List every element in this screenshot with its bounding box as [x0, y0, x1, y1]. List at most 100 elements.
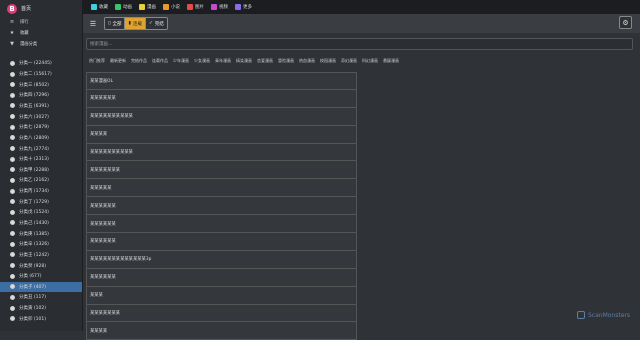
list-item[interactable]: 某某某某某某某某某某 — [86, 143, 357, 162]
list-item[interactable]: 某某某某某某 — [86, 268, 357, 287]
top-nav-item[interactable]: 动画 — [115, 4, 132, 10]
sidebar-category-item[interactable]: 分类癸 (928) — [0, 260, 82, 271]
list-item[interactable]: 某某某某某某 — [86, 89, 357, 108]
sidebar-category-item[interactable]: 分类三 (8502) — [0, 79, 82, 90]
list-item[interactable]: 某某某某某某某某某某 — [86, 107, 357, 126]
sidebar-category-item[interactable]: 分类甲 (2288) — [0, 164, 82, 175]
list-item[interactable]: 某某某某某某 — [86, 215, 357, 234]
list-item[interactable]: 某某某某某某某 — [86, 304, 357, 323]
list-item[interactable]: 某某漫画OL — [86, 72, 357, 90]
list-item[interactable]: 某某某某 — [86, 322, 357, 340]
radio-dot-icon — [10, 231, 15, 237]
tag-link[interactable]: 少年漫画 — [173, 58, 189, 64]
list-item[interactable]: 某某某某 — [86, 125, 357, 144]
radio-dot-icon — [10, 284, 15, 290]
radio-dot-icon — [10, 103, 15, 109]
list-item-title: 某某某某某某某某某某 — [90, 114, 133, 120]
sidebar-category-item[interactable]: 分类六 (3027) — [0, 111, 82, 122]
top-nav-item[interactable]: 漫画 — [139, 4, 156, 10]
sidebar-category-item[interactable]: 分类戊 (1524) — [0, 207, 82, 218]
sidebar-category-item[interactable]: 分类一 (22445) — [0, 58, 82, 69]
radio-dot-icon — [10, 167, 15, 173]
sidebar-category-item[interactable]: 分类九 (2774) — [0, 143, 82, 154]
top-nav-item[interactable]: 更多 — [235, 4, 252, 10]
radio-dot-icon — [10, 316, 15, 322]
sidebar: B 首页 ≡ 排行 ★ 收藏 ▼ 漫画分类 分类一 (22445) 分类二 (15617) 分… — [0, 0, 83, 331]
tag-link[interactable]: 热门推荐 — [89, 58, 105, 64]
sidebar-category-label: 分类十 (2313) — [19, 157, 49, 163]
tag-link[interactable]: 热血漫画 — [299, 58, 315, 64]
brand[interactable]: B 首页 — [0, 0, 82, 17]
radio-dot-icon — [10, 241, 15, 247]
radio-dot-icon — [10, 124, 15, 130]
tag-link[interactable]: 科幻漫画 — [362, 58, 378, 64]
sidebar-menu-item[interactable]: ★ 收藏 — [0, 28, 82, 39]
watermark: ScanMonsters — [577, 311, 630, 319]
sidebar-category-item[interactable]: 分类丁 (1729) — [0, 196, 82, 207]
sidebar-category-label: 分类丑 (117) — [19, 295, 47, 301]
tag-link[interactable]: 恋爱漫画 — [257, 58, 273, 64]
filter-button-label: 连载 — [132, 21, 142, 27]
sidebar-category-item[interactable]: 分类八 (2809) — [0, 133, 82, 144]
hamburger-menu-icon[interactable]: ☰ — [89, 20, 97, 28]
tag-link[interactable]: 悬疑漫画 — [383, 58, 399, 64]
search-input[interactable]: 搜索漫画... — [86, 38, 633, 50]
top-nav-item[interactable]: 视频 — [211, 4, 228, 10]
sidebar-category-item[interactable]: 分类壬 (1242) — [0, 250, 82, 261]
sidebar-category-item[interactable]: 分类己 (1430) — [0, 218, 82, 229]
sidebar-category-item[interactable]: 分类丑 (117) — [0, 292, 82, 303]
list-item[interactable]: 某某某 — [86, 286, 357, 305]
tag-link[interactable]: 连载作品 — [152, 58, 168, 64]
sidebar-category-item[interactable]: 分类十 (2313) — [0, 154, 82, 165]
top-nav-item[interactable]: 小说 — [163, 4, 180, 10]
tag-link[interactable]: 完结作品 — [131, 58, 147, 64]
tag-link[interactable]: 搞笑漫画 — [236, 58, 252, 64]
radio-dot-icon — [10, 305, 15, 311]
top-nav-item[interactable]: 图片 — [187, 4, 204, 10]
radio-dot-icon — [10, 252, 15, 258]
sidebar-category-item[interactable]: 分类七 (2879) — [0, 122, 82, 133]
sidebar-category-item[interactable]: 分类二 (15617) — [0, 69, 82, 80]
top-nav-item[interactable]: 收藏 — [91, 4, 108, 10]
sidebar-menu-item[interactable]: ▼ 漫画分类 — [0, 38, 82, 49]
list-item[interactable]: 某某某某某 — [86, 179, 357, 198]
sidebar-menu-item[interactable]: ≡ 排行 — [0, 17, 82, 28]
filter-button[interactable]: ▯ 全部 — [105, 18, 126, 29]
sidebar-category-item[interactable]: 分类 (677) — [0, 271, 82, 282]
sidebar-category-item[interactable]: 分类乙 (2162) — [0, 175, 82, 186]
top-nav-label: 收藏 — [99, 5, 108, 10]
settings-button[interactable]: ⚙ — [619, 16, 632, 29]
sidebar-category-item[interactable]: 分类辛 (1326) — [0, 239, 82, 250]
novel-icon — [163, 4, 169, 10]
filter-button[interactable]: ✓ 完结 — [145, 18, 167, 29]
tag-link[interactable]: 青年漫画 — [215, 58, 231, 64]
tag-link[interactable]: 冒险漫画 — [278, 58, 294, 64]
list-item[interactable]: 某某某某某某 — [86, 197, 357, 216]
sidebar-category-label: 分类 (677) — [19, 274, 42, 280]
filter-button[interactable]: ▮ 连载 — [125, 18, 146, 29]
sidebar-category-item[interactable]: 分类四 (7296) — [0, 90, 82, 101]
toolbar: ☰ ▯ 全部 ▮ 连载 ✓ 完结 — [83, 14, 640, 33]
sidebar-category-item[interactable]: 分类寅 (102) — [0, 303, 82, 314]
top-nav-label: 图片 — [195, 5, 204, 10]
sidebar-category-label: 分类七 (2879) — [19, 125, 49, 131]
sidebar-category-item[interactable]: 分类子 (407) — [0, 281, 82, 293]
list-item[interactable]: 某某某某某某某某某某某某某3p — [86, 250, 357, 269]
tag-link[interactable]: 最新更新 — [110, 58, 126, 64]
radio-dot-icon — [10, 199, 15, 205]
sidebar-category-item[interactable]: 分类庚 (1385) — [0, 228, 82, 239]
sidebar-category-item[interactable]: 分类卯 (101) — [0, 313, 82, 324]
tag-link[interactable]: 校园漫画 — [320, 58, 336, 64]
tag-link[interactable]: 少女漫画 — [194, 58, 210, 64]
radio-dot-icon — [10, 294, 15, 300]
sidebar-category-label: 分类癸 (928) — [19, 263, 47, 269]
filter-button-label: 完结 — [154, 21, 164, 27]
list-item-title: 某某漫画OL — [90, 78, 113, 84]
list-item[interactable]: 某某某某某某 — [86, 233, 357, 251]
list-item[interactable]: 某某某某某某某 — [86, 161, 357, 180]
sidebar-category-item[interactable]: 分类丙 (1734) — [0, 186, 82, 197]
tag-link[interactable]: 奇幻漫画 — [341, 58, 357, 64]
sidebar-category-item[interactable]: 分类五 (6391) — [0, 101, 82, 112]
list-item-title: 某某某某某某 — [90, 203, 116, 209]
video-icon — [211, 4, 217, 10]
